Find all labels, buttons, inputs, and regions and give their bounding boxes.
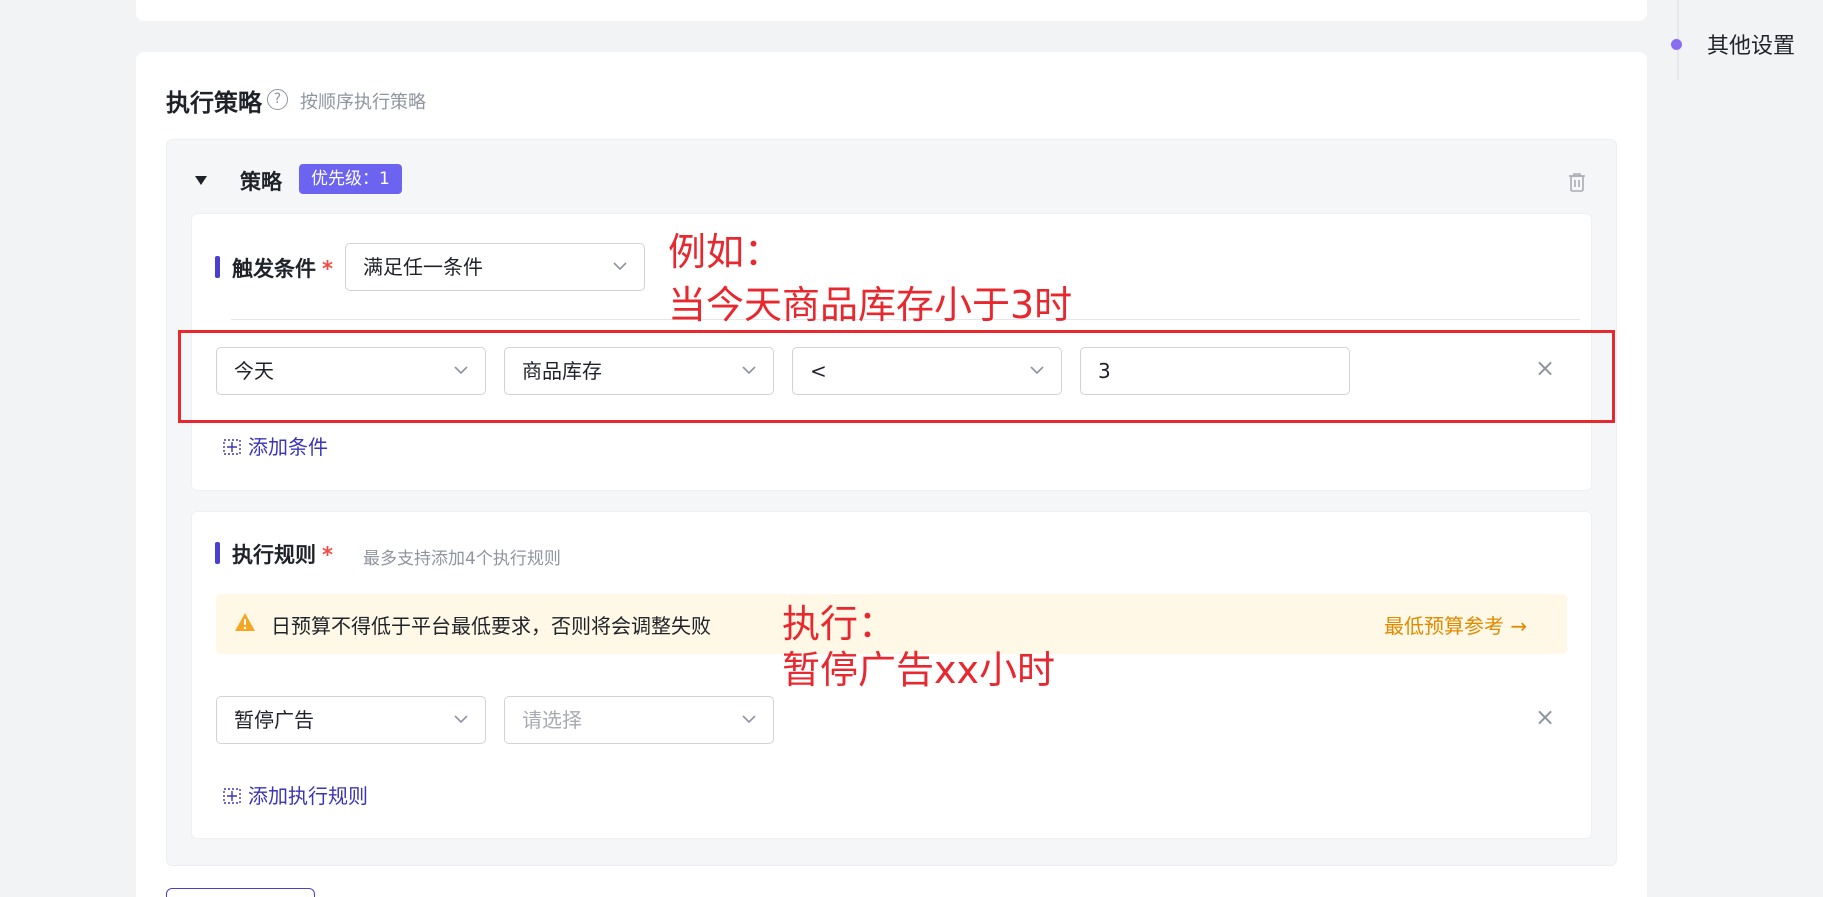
add-condition-label: 添加条件 [248,435,328,459]
annotation-highlight-box [178,330,1615,423]
annotation-action-line2: 暂停广告xx小时 [782,648,1055,692]
anchor-item-other-settings[interactable]: 其他设置 [1707,28,1795,60]
strategy-label: 策略 [240,170,282,194]
anchor-nav: 其他设置 [1671,0,1823,80]
warning-text: 日预算不得低于平台最低要求，否则将会调整失败 [271,614,711,638]
add-grid-icon [222,437,242,462]
chevron-down-icon [741,711,757,731]
trigger-accent-bar [215,256,220,278]
priority-badge: 优先级：1 [299,164,402,194]
add-rule-button[interactable]: 添加执行规则 [222,780,368,811]
min-budget-link[interactable]: 最低预算参考 → [1384,610,1527,639]
annotation-trigger-line2: 当今天商品库存小于3时 [668,283,1073,327]
required-mark: * [322,543,333,567]
delete-strategy-icon[interactable] [1568,172,1586,196]
warning-icon [234,612,256,636]
required-mark: * [322,257,333,281]
chevron-down-icon [453,711,469,731]
add-condition-button[interactable]: 添加条件 [222,431,328,462]
rules-label-text: 执行规则 [232,543,316,567]
trigger-label: 触发条件 * [232,253,333,283]
section-title: 执行策略 [166,89,262,117]
previous-section-card [136,0,1647,21]
rules-label: 执行规则 * [232,539,333,569]
rules-accent-bar [215,542,220,564]
add-grid-icon [222,786,242,811]
action-option-placeholder: 请选择 [522,708,582,732]
help-icon[interactable]: ? [267,89,288,110]
rules-hint: 最多支持添加4个执行规则 [363,549,561,569]
trigger-label-text: 触发条件 [232,257,316,281]
match-mode-select[interactable]: 满足任一条件 [345,243,645,291]
action-select[interactable]: 暂停广告 [216,696,486,744]
action-option-select[interactable]: 请选择 [504,696,774,744]
remove-rule-icon[interactable]: × [1535,705,1555,729]
section-hint: 按顺序执行策略 [300,92,426,113]
collapse-caret-icon[interactable] [195,176,207,185]
action-value: 暂停广告 [234,708,314,732]
chevron-down-icon [612,258,628,278]
add-rule-label: 添加执行规则 [248,784,368,808]
add-strategy-button[interactable] [166,888,315,897]
annotation-action-line1: 执行： [782,602,897,646]
anchor-active-dot [1671,39,1682,50]
match-mode-value: 满足任一条件 [363,255,483,279]
annotation-trigger-line1: 例如： [668,230,783,274]
